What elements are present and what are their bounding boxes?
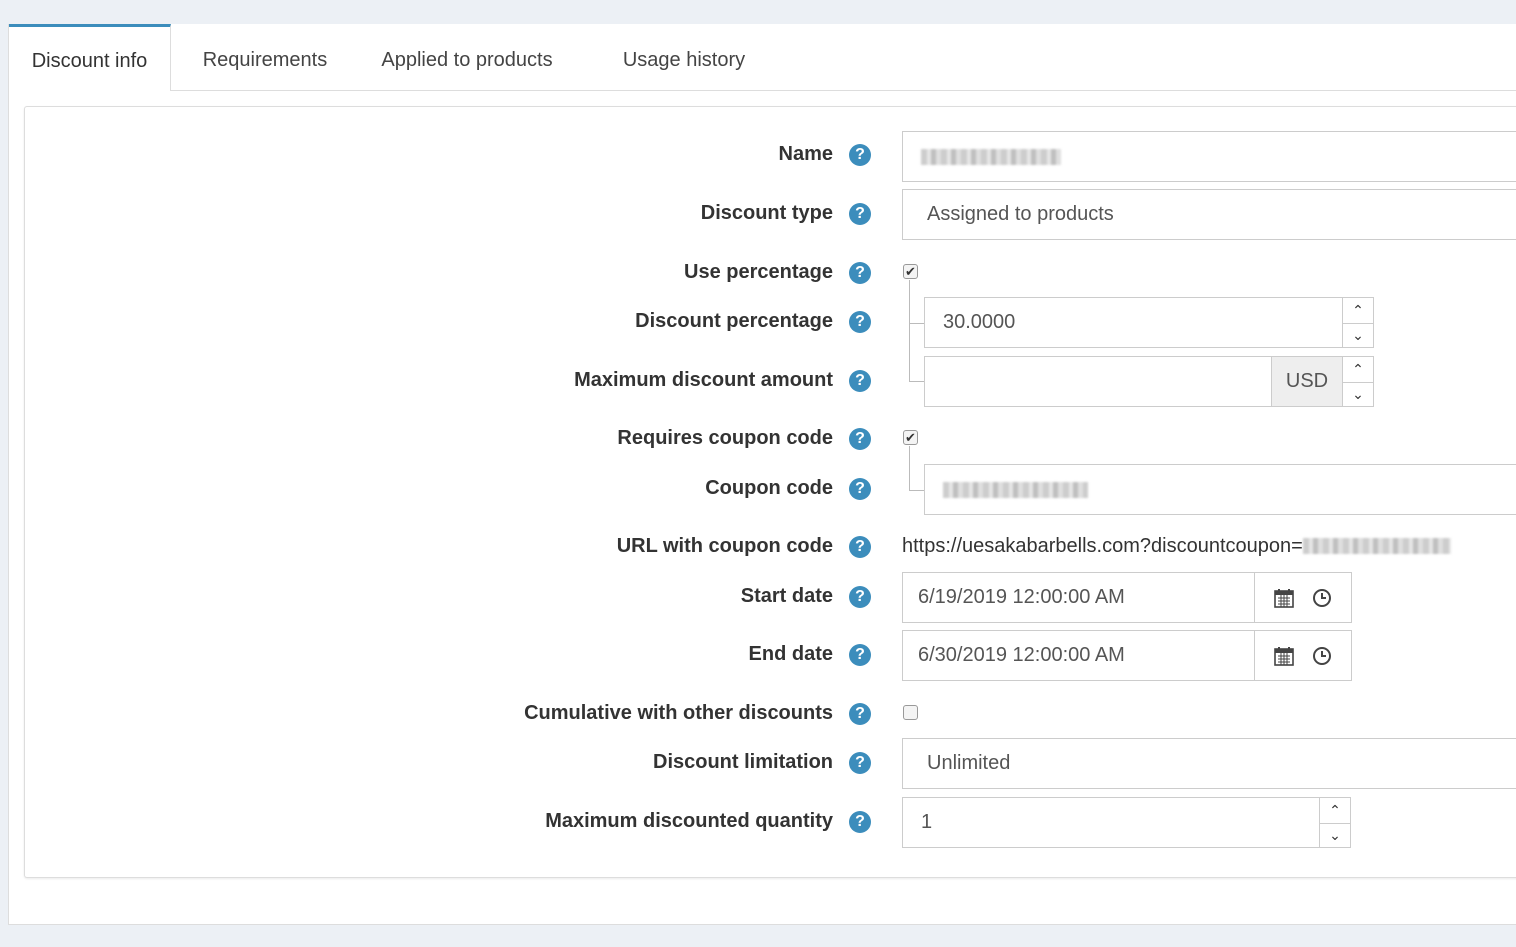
help-start-date-icon[interactable]: ? — [849, 586, 871, 608]
label-url-with-coupon: URL with coupon code — [616, 534, 833, 557]
help-discount-limitation-icon[interactable]: ? — [849, 752, 871, 774]
help-discount-type-icon[interactable]: ? — [849, 203, 871, 225]
help-url-with-coupon-icon[interactable]: ? — [849, 536, 871, 558]
redacted-coupon-url-suffix — [1302, 538, 1451, 554]
redacted-coupon-value — [943, 481, 1088, 498]
help-use-percentage-icon[interactable]: ? — [849, 262, 871, 284]
start-date-picker-buttons — [1254, 572, 1352, 623]
label-cumulative: Cumulative with other discounts — [524, 701, 833, 724]
label-requires-coupon: Requires coupon code — [617, 426, 833, 449]
discount-type-select[interactable]: Assigned to products — [902, 189, 1516, 240]
label-discount-type: Discount type — [700, 201, 833, 224]
end-date-input[interactable]: 6/30/2019 12:00:00 AM — [902, 630, 1255, 681]
label-max-discounted-qty: Maximum discounted quantity — [545, 809, 833, 832]
coupon-url-text: https://uesakabarbells.com?discountcoupo… — [902, 531, 1451, 561]
max-discounted-qty-input[interactable]: 1 — [902, 797, 1320, 848]
clock-icon[interactable] — [1311, 645, 1333, 667]
max-discounted-qty-stepper[interactable]: ⌃ ⌄ — [1319, 797, 1351, 848]
max-discount-amount-input[interactable] — [924, 356, 1272, 407]
help-max-discount-amount-icon[interactable]: ? — [849, 370, 871, 392]
tab-requirements[interactable]: Requirements — [181, 24, 349, 90]
chevron-down-icon[interactable]: ⌄ — [1343, 383, 1373, 408]
tab-strip: Discount info Requirements Applied to pr… — [9, 24, 1516, 91]
chevron-up-icon[interactable]: ⌃ — [1320, 798, 1350, 824]
discount-limitation-value: Unlimited — [927, 752, 1011, 774]
label-end-date: End date — [748, 642, 833, 665]
discount-info-panel: Name ? Discount type ? Assigned to produ… — [24, 106, 1516, 878]
discount-limitation-select[interactable]: Unlimited — [902, 738, 1516, 789]
tab-applied-to-products[interactable]: Applied to products — [361, 24, 573, 90]
discount-type-value: Assigned to products — [927, 203, 1114, 225]
label-discount-percentage: Discount percentage — [635, 309, 833, 332]
label-start-date: Start date — [740, 584, 833, 607]
max-discount-amount-stepper[interactable]: ⌃ ⌄ — [1342, 356, 1374, 407]
label-name: Name — [778, 142, 833, 165]
tab-discount-info[interactable]: Discount info — [9, 24, 171, 91]
help-name-icon[interactable]: ? — [849, 144, 871, 166]
max-discounted-qty-value: 1 — [921, 811, 933, 833]
help-end-date-icon[interactable]: ? — [849, 644, 871, 666]
currency-addon: USD — [1271, 356, 1343, 407]
tab-usage-history[interactable]: Usage history — [603, 24, 765, 90]
help-discount-percentage-icon[interactable]: ? — [849, 311, 871, 333]
help-coupon-code-icon[interactable]: ? — [849, 478, 871, 500]
label-use-percentage: Use percentage — [684, 260, 833, 283]
discount-percentage-input[interactable]: 30.0000 — [924, 297, 1343, 348]
cumulative-checkbox[interactable] — [903, 705, 918, 720]
chevron-up-icon[interactable]: ⌃ — [1343, 298, 1373, 324]
chevron-up-icon[interactable]: ⌃ — [1343, 357, 1373, 383]
help-cumulative-icon[interactable]: ? — [849, 703, 871, 725]
label-max-discount-amount: Maximum discount amount — [574, 368, 833, 391]
label-coupon-code: Coupon code — [705, 476, 833, 499]
discount-percentage-stepper[interactable]: ⌃ ⌄ — [1342, 297, 1374, 348]
coupon-url-prefix: https://uesakabarbells.com?discountcoupo… — [902, 534, 1303, 557]
label-discount-limitation: Discount limitation — [653, 750, 833, 773]
coupon-code-input[interactable] — [924, 464, 1516, 515]
start-date-input[interactable]: 6/19/2019 12:00:00 AM — [902, 572, 1255, 623]
currency-label: USD — [1285, 370, 1329, 392]
end-date-picker-buttons — [1254, 630, 1352, 681]
start-date-value: 6/19/2019 12:00:00 AM — [918, 586, 1125, 608]
help-max-discounted-qty-icon[interactable]: ? — [849, 811, 871, 833]
clock-icon[interactable] — [1311, 587, 1333, 609]
calendar-icon[interactable] — [1273, 645, 1295, 667]
requires-coupon-checkbox[interactable]: ✔ — [903, 430, 918, 445]
discount-percentage-value: 30.0000 — [943, 311, 1016, 333]
end-date-value: 6/30/2019 12:00:00 AM — [918, 644, 1125, 666]
chevron-down-icon[interactable]: ⌄ — [1320, 824, 1350, 849]
chevron-down-icon[interactable]: ⌄ — [1343, 324, 1373, 349]
redacted-name-value — [921, 148, 1061, 165]
calendar-icon[interactable] — [1273, 587, 1295, 609]
name-input[interactable] — [902, 131, 1516, 182]
discount-percentage-connector — [909, 281, 925, 324]
help-requires-coupon-icon[interactable]: ? — [849, 428, 871, 450]
use-percentage-checkbox[interactable]: ✔ — [903, 264, 918, 279]
